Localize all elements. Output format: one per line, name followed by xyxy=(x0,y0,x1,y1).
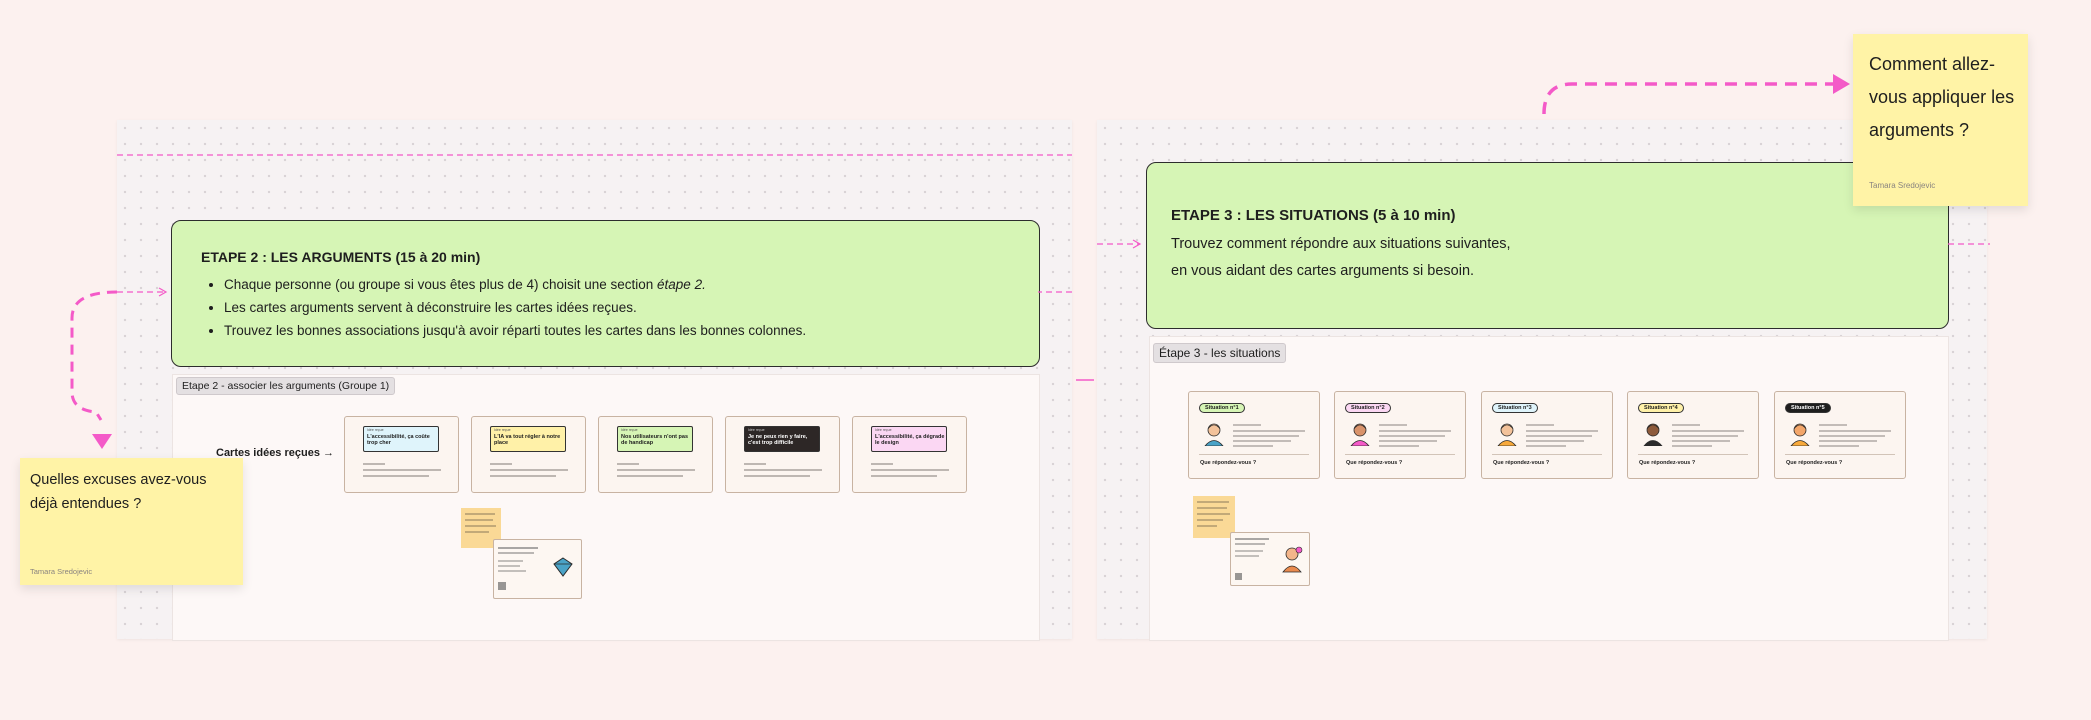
sticky-author: Tamara Sredojevic xyxy=(30,567,93,576)
sticky-note-excuses[interactable]: Quelles excuses avez-vous déjà entendues… xyxy=(20,458,243,585)
sticky-author: Tamara Sredojevic xyxy=(1869,181,1936,190)
connector-lines xyxy=(70,74,1990,449)
sticky-note-appliquer[interactable]: Comment allez-vous appliquer les argumen… xyxy=(1853,34,2028,206)
sticky-text: Quelles excuses avez-vous déjà entendues… xyxy=(30,472,207,512)
sticky-text: Comment allez-vous appliquer les argumen… xyxy=(1869,54,2015,140)
